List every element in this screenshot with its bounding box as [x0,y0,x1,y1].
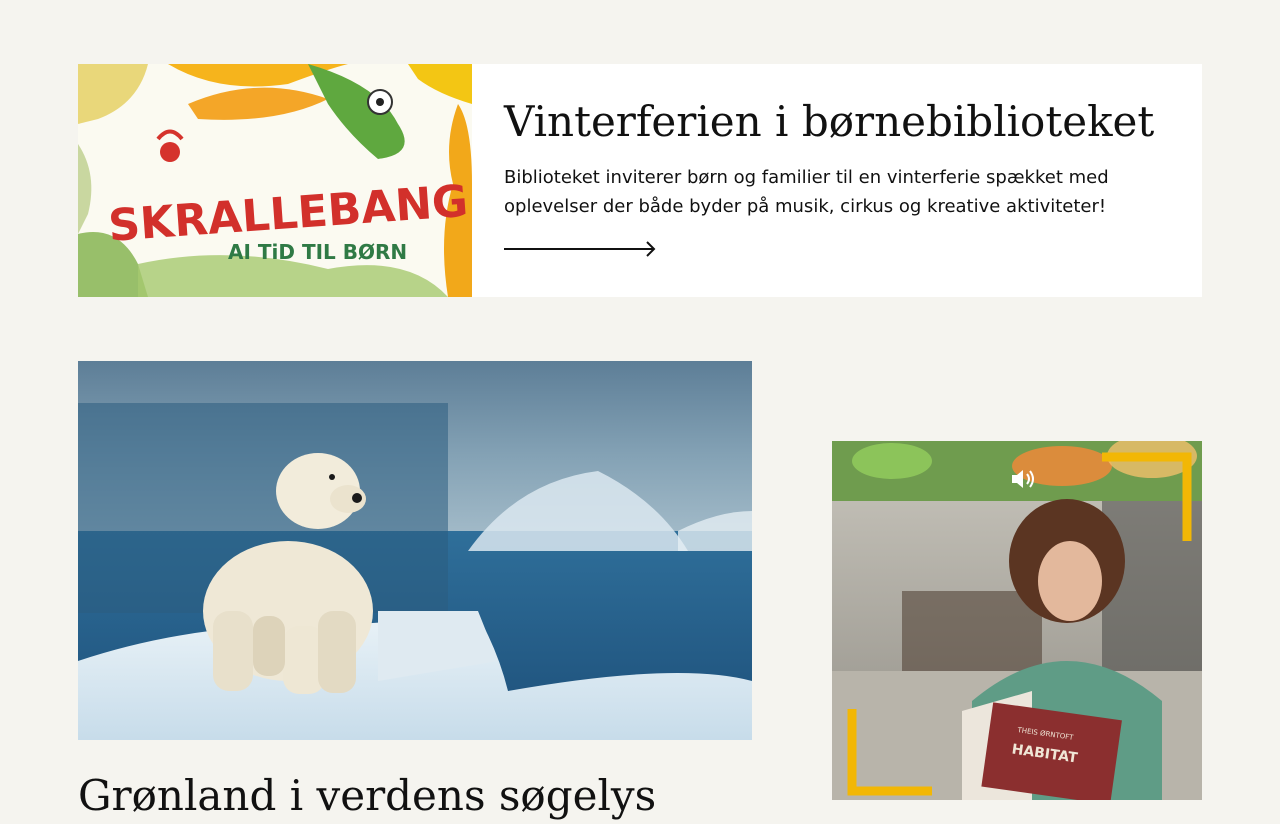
news-card[interactable]: Grønland i verdens søgelys [78,361,752,824]
speaker-volume-icon[interactable] [1004,461,1040,497]
skrallebang-illustration: SKRALLEBANG! AI TiD TIL BØRN [78,64,472,297]
tagline-text: AI TiD TIL BØRN [228,240,407,264]
feature-body: Vinterferien i børnebiblioteket Bibliote… [472,64,1202,297]
read-more-arrow-icon[interactable] [504,239,660,259]
feature-description: Biblioteket inviterer børn og familier t… [504,167,1109,217]
feature-title[interactable]: Vinterferien i børnebiblioteket [504,94,1170,150]
polar-bear-image[interactable] [78,361,752,740]
feature-card[interactable]: SKRALLEBANG! AI TiD TIL BØRN Vinterferie… [78,64,1202,297]
feature-image[interactable]: SKRALLEBANG! AI TiD TIL BØRN [78,64,472,297]
video-card[interactable]: HABITAT THEIS ØRNTOFT [832,441,1202,800]
news-title[interactable]: Grønland i verdens søgelys [78,768,752,824]
